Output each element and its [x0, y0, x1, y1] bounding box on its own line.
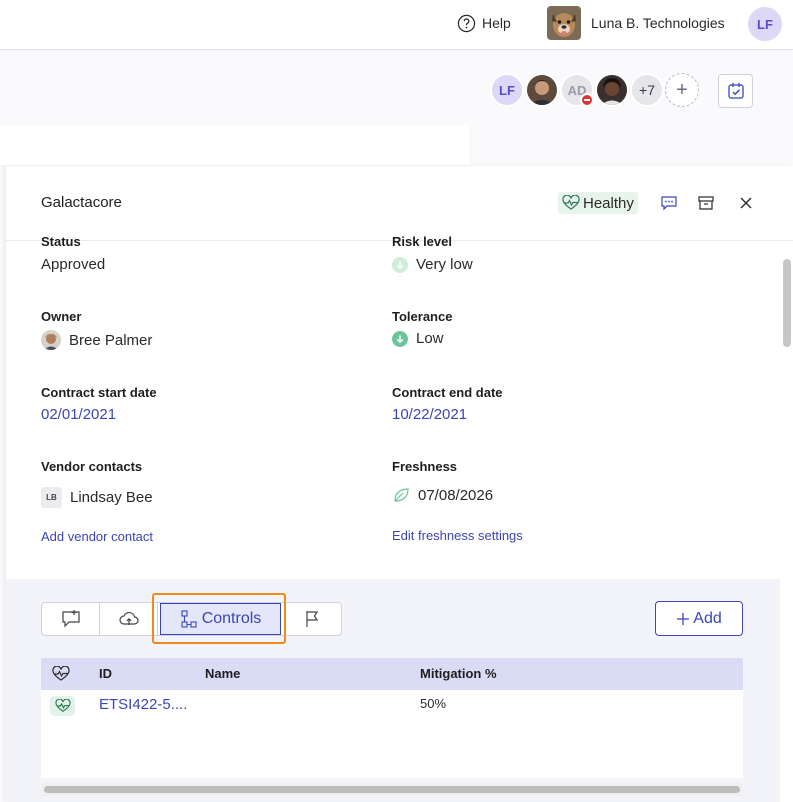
user-avatar[interactable]: LF [748, 7, 782, 41]
freshness-label: Freshness [392, 459, 458, 474]
panel-header: Galactacore Healthy [6, 166, 793, 241]
vertical-scrollbar[interactable] [780, 242, 793, 802]
calendar-button[interactable] [718, 74, 753, 108]
help-button[interactable]: Help [457, 12, 511, 34]
freshness-text: 07/08/2026 [418, 486, 494, 504]
vendor-contacts-label: Vendor contacts [41, 459, 143, 474]
comment-icon [661, 196, 677, 211]
scrollbar-thumb[interactable] [783, 259, 791, 347]
top-bar: Help Luna B. Technologies LF [0, 0, 793, 50]
tab-assessments[interactable] [42, 603, 100, 635]
freshness-value: 07/08/2026 [392, 486, 493, 504]
comment-button[interactable] [659, 193, 679, 213]
controls-icon [181, 610, 197, 628]
contract-start-value[interactable]: 02/01/2021 [41, 406, 116, 423]
tab-cloud[interactable] [100, 603, 158, 635]
add-vendor-contact-link[interactable]: Add vendor contact [41, 529, 153, 544]
owner-avatar [41, 330, 61, 350]
tab-controls-label: Controls [201, 610, 262, 627]
section-tabs: Controls [41, 602, 342, 636]
more-collaborators-button[interactable]: +7 [630, 73, 664, 107]
control-id-link[interactable]: ETSI422-5.... [99, 696, 187, 713]
column-header-id[interactable]: ID [99, 666, 112, 681]
vendor-contact[interactable]: LB Lindsay Bee [41, 487, 153, 508]
archive-button[interactable] [696, 193, 716, 213]
status-text: Approved [41, 256, 106, 273]
remove-icon[interactable] [580, 93, 594, 107]
status-value: Approved [41, 256, 105, 273]
vendor-fields: Status Approved Risk level Very low Owne… [6, 234, 776, 578]
cloud-icon [118, 611, 139, 625]
collaborator-avatar[interactable]: LF [490, 73, 524, 107]
help-icon [457, 14, 476, 32]
contract-end-value[interactable]: 10/22/2021 [392, 406, 467, 423]
tab-controls[interactable]: Controls [160, 603, 281, 635]
column-header-name[interactable]: Name [205, 666, 240, 681]
add-control-button[interactable]: Add [655, 601, 743, 636]
contact-name: Lindsay Bee [70, 489, 153, 506]
risk-level-text: Very low [416, 256, 473, 273]
edit-freshness-settings-link[interactable]: Edit freshness settings [392, 528, 523, 543]
assessment-icon [61, 610, 80, 628]
vendor-detail-panel: Galactacore Healthy Status Approved Risk… [6, 166, 793, 802]
panel-title: Galactacore [41, 194, 122, 211]
health-status-badge [50, 696, 75, 716]
contract-start-text: 02/01/2021 [41, 406, 117, 423]
org-name: Luna B. Technologies [591, 15, 725, 31]
owner-label: Owner [41, 309, 82, 324]
arrow-down-icon [392, 330, 408, 347]
heartbeat-icon [52, 666, 70, 681]
collaborator-avatar[interactable]: AD [560, 73, 594, 107]
risk-level-value: Very low [392, 256, 473, 273]
column-header-mitigation[interactable]: Mitigation % [420, 666, 497, 681]
background-card [0, 125, 470, 165]
tolerance-text: Low [416, 330, 444, 347]
add-button-label: Add [693, 609, 722, 627]
leaf-icon [394, 488, 409, 502]
health-badge: Healthy [558, 192, 638, 214]
table-header: ID Name Mitigation % [41, 658, 743, 690]
collaborators-list: LF AD +7 + [490, 73, 700, 107]
controls-section: Controls Add ID Name Mitigation % ETSI42 [6, 579, 780, 802]
owner-name: Bree Palmer [69, 331, 153, 349]
health-label: Healthy [583, 194, 634, 212]
horizontal-scrollbar[interactable] [41, 783, 743, 796]
contract-end-label: Contract end date [392, 385, 503, 400]
org-avatar [547, 6, 581, 40]
tolerance-value: Low [392, 330, 444, 347]
owner-value: Bree Palmer [41, 330, 152, 350]
heartbeat-icon [54, 699, 71, 712]
controls-table: ID Name Mitigation % ETSI422-5.... 50% [41, 658, 743, 778]
arrow-down-icon [392, 256, 408, 273]
org-switcher[interactable]: Luna B. Technologies [547, 6, 725, 40]
tab-flags[interactable] [283, 603, 341, 635]
collaborator-avatar[interactable] [595, 73, 629, 107]
flag-icon [306, 611, 319, 627]
scrollbar-thumb[interactable] [44, 786, 740, 793]
collaborator-avatar[interactable] [525, 73, 559, 107]
close-icon [740, 197, 752, 209]
archive-icon [698, 196, 714, 210]
status-label: Status [41, 234, 81, 249]
contact-initials-badge: LB [41, 487, 62, 508]
risk-level-label: Risk level [392, 234, 452, 249]
tolerance-label: Tolerance [392, 309, 453, 324]
contract-end-text: 10/22/2021 [392, 406, 468, 423]
control-mitigation: 50% [420, 696, 447, 711]
plus-icon [677, 612, 690, 625]
close-button[interactable] [736, 193, 756, 213]
help-label: Help [482, 15, 511, 31]
add-collaborator-button[interactable]: + [665, 73, 699, 107]
calendar-check-icon [727, 83, 744, 99]
contract-start-label: Contract start date [41, 385, 157, 400]
heartbeat-icon [562, 195, 580, 210]
